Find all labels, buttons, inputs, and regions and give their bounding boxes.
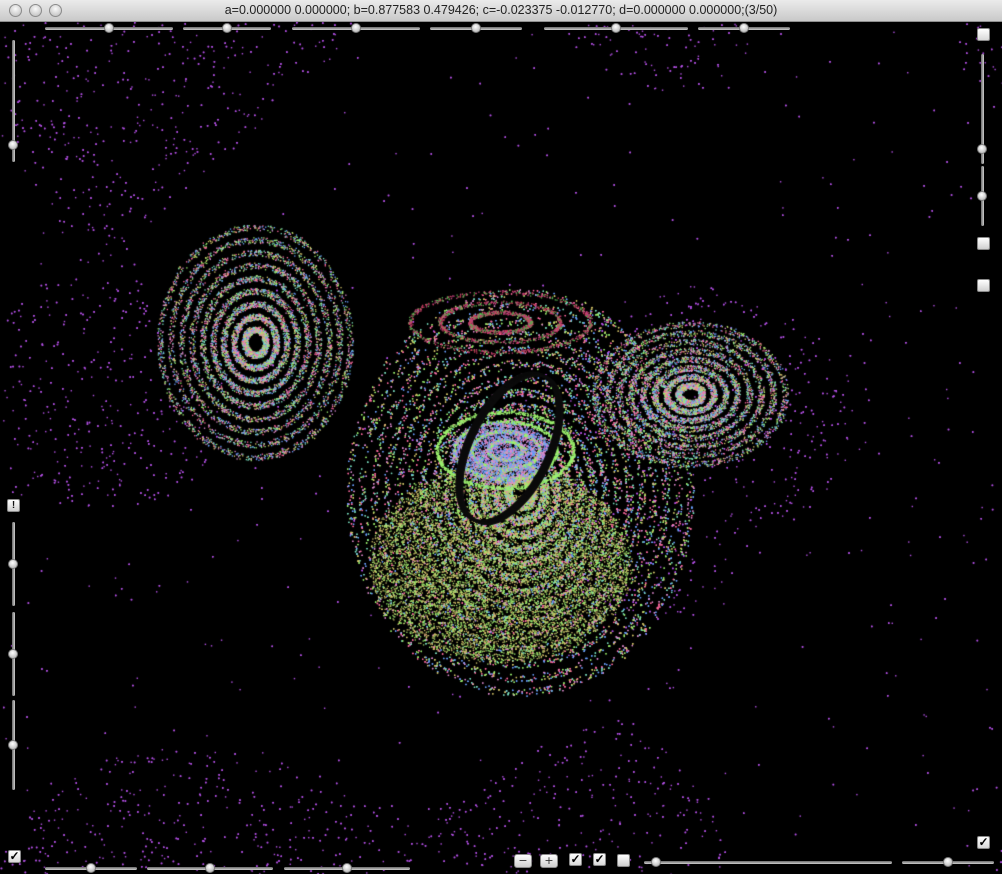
right-slider-1[interactable] xyxy=(977,54,987,164)
bottom-slider-1[interactable] xyxy=(45,863,137,873)
title-bar: a=0.000000 0.000000; b=0.877583 0.479426… xyxy=(0,0,1002,22)
top-slider-2[interactable] xyxy=(183,23,271,33)
right-square-button-2[interactable] xyxy=(977,279,990,292)
slider-knob[interactable] xyxy=(205,863,215,873)
slider-knob[interactable] xyxy=(977,191,987,201)
slider-knob[interactable] xyxy=(739,23,749,33)
checkbox-toggle-1[interactable]: ✓ xyxy=(569,853,582,866)
zoom-out-button[interactable]: − xyxy=(514,854,532,868)
left-slider-2[interactable] xyxy=(8,522,18,606)
slider-knob[interactable] xyxy=(8,649,18,659)
checkbox-bottom-left[interactable]: ✓ xyxy=(8,850,21,863)
checkbox-right-top[interactable] xyxy=(977,28,990,41)
slider-knob[interactable] xyxy=(471,23,481,33)
checkbox-bottom-right[interactable]: ✓ xyxy=(977,836,990,849)
slider-knob[interactable] xyxy=(943,857,953,867)
square-button-bottom[interactable] xyxy=(617,854,630,867)
left-slider-4[interactable] xyxy=(8,700,18,790)
slider-knob[interactable] xyxy=(86,863,96,873)
window-title: a=0.000000 0.000000; b=0.877583 0.479426… xyxy=(224,3,778,17)
zoom-in-button[interactable]: + xyxy=(540,854,558,868)
slider-knob[interactable] xyxy=(342,863,352,873)
top-slider-3[interactable] xyxy=(292,23,420,33)
bottom-slider-4[interactable] xyxy=(644,857,892,867)
attractor-canvas[interactable] xyxy=(0,22,1002,874)
left-slider-3[interactable] xyxy=(8,612,18,696)
slider-knob[interactable] xyxy=(611,23,621,33)
bottom-slider-3[interactable] xyxy=(284,863,410,873)
left-slider-1[interactable] xyxy=(8,40,18,162)
top-slider-1[interactable] xyxy=(45,23,173,33)
right-slider-2[interactable] xyxy=(977,166,987,226)
top-slider-6[interactable] xyxy=(698,23,790,33)
slider-knob[interactable] xyxy=(8,740,18,750)
bottom-slider-2[interactable] xyxy=(147,863,273,873)
info-button[interactable]: ! xyxy=(7,499,20,512)
app-window: a=0.000000 0.000000; b=0.877583 0.479426… xyxy=(0,0,1002,874)
checkbox-toggle-2[interactable]: ✓ xyxy=(593,853,606,866)
slider-knob[interactable] xyxy=(8,559,18,569)
right-square-button-1[interactable] xyxy=(977,237,990,250)
bottom-slider-5[interactable] xyxy=(902,857,994,867)
top-slider-4[interactable] xyxy=(430,23,522,33)
slider-knob[interactable] xyxy=(104,23,114,33)
slider-knob[interactable] xyxy=(222,23,232,33)
slider-knob[interactable] xyxy=(977,143,987,154)
slider-knob[interactable] xyxy=(351,23,361,33)
slider-knob[interactable] xyxy=(651,857,662,867)
top-slider-5[interactable] xyxy=(544,23,688,33)
slider-knob[interactable] xyxy=(8,139,18,150)
